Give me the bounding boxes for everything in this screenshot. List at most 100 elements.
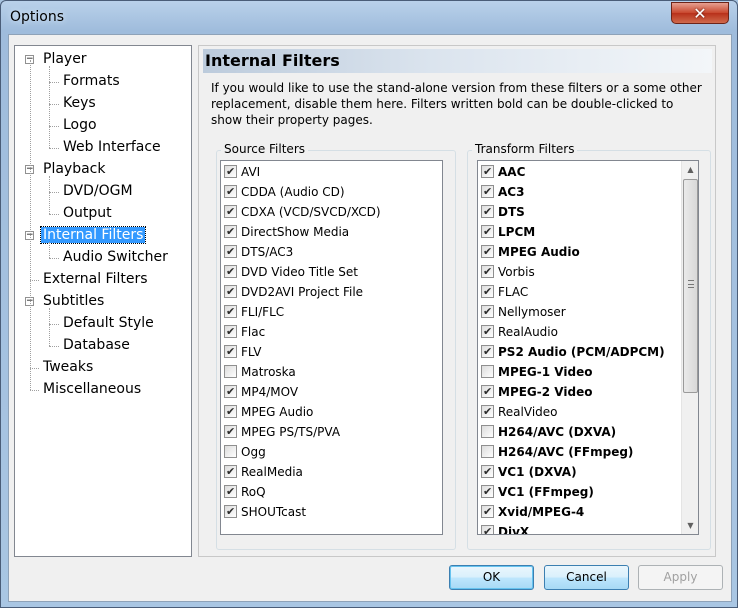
filter-checkbox[interactable] [481,243,494,261]
scroll-thumb[interactable] [683,179,698,393]
filter-checkbox[interactable] [224,163,237,181]
cancel-button[interactable]: Cancel [544,565,629,590]
filter-item[interactable]: DTS [481,203,525,223]
filter-checkbox[interactable] [481,303,494,321]
filter-item[interactable]: SHOUTcast [224,503,306,523]
filter-item[interactable]: MPEG PS/TS/PVA [224,423,340,443]
filter-item[interactable]: MPEG-1 Video [481,363,592,383]
transform-filters-list[interactable]: AAC AC3 DTS LPCM MPEG Audio Vorbis FLAC Nellymo… [477,160,699,535]
filter-item[interactable]: MPEG Audio [224,403,313,423]
filter-checkbox[interactable] [481,483,494,501]
filter-item[interactable]: MPEG-2 Video [481,383,592,403]
filter-checkbox[interactable] [481,183,494,201]
filter-item[interactable]: DVD Video Title Set [224,263,358,283]
tree-item[interactable]: Tweaks [41,357,95,379]
filter-item[interactable]: H264/AVC (DXVA) [481,423,616,443]
filter-checkbox[interactable] [224,383,237,401]
tree-item[interactable]: Default Style [61,313,156,335]
filter-checkbox[interactable] [224,423,237,441]
filter-item[interactable]: FLI/FLC [224,303,284,323]
filter-item[interactable]: FLV [224,343,261,363]
filter-checkbox[interactable] [224,203,237,221]
filter-item[interactable]: PS2 Audio (PCM/ADPCM) [481,343,665,363]
filter-item[interactable]: Nellymoser [481,303,566,323]
transform-scrollbar[interactable]: ▲ ▼ [681,161,698,534]
filter-item[interactable]: VC1 (FFmpeg) [481,483,594,503]
filter-item[interactable]: RealAudio [481,323,558,343]
filter-item[interactable]: MP4/MOV [224,383,298,403]
filter-checkbox[interactable] [481,203,494,221]
filter-checkbox[interactable] [481,365,494,378]
filter-checkbox[interactable] [224,243,237,261]
scroll-up-arrow-icon[interactable]: ▲ [682,161,698,178]
filter-item[interactable]: AC3 [481,183,524,203]
tree-item[interactable]: Keys [61,93,98,115]
filter-item[interactable]: MPEG Audio [481,243,580,263]
filter-item[interactable]: AAC [481,163,525,183]
filter-checkbox[interactable] [481,425,494,438]
filter-item[interactable]: DTS/AC3 [224,243,293,263]
filter-item[interactable]: Vorbis [481,263,535,283]
filter-item[interactable]: DVD2AVI Project File [224,283,363,303]
filter-item[interactable]: CDDA (Audio CD) [224,183,345,203]
filter-item[interactable]: FLAC [481,283,528,303]
tree-item[interactable]: Output [61,203,114,225]
filter-checkbox[interactable] [224,463,237,481]
filter-checkbox[interactable] [224,343,237,361]
filter-checkbox[interactable] [481,503,494,521]
tree-item[interactable]: Formats [61,71,122,93]
apply-button[interactable]: Apply [638,565,723,590]
tree-item[interactable]: DVD/OGM [61,181,135,203]
filter-checkbox[interactable] [481,403,494,421]
filter-checkbox[interactable] [481,223,494,241]
filter-checkbox[interactable] [481,523,494,534]
filter-item[interactable]: Ogg [224,443,266,463]
filter-checkbox[interactable] [224,503,237,521]
ok-button[interactable]: OK [449,565,534,590]
filter-item[interactable]: DirectShow Media [224,223,349,243]
filter-item[interactable]: LPCM [481,223,535,243]
tree-item[interactable]: External Filters [41,269,150,291]
filter-checkbox[interactable] [224,445,237,458]
filter-item[interactable]: CDXA (VCD/SVCD/XCD) [224,203,381,223]
filter-checkbox[interactable] [481,463,494,481]
filter-item[interactable]: VC1 (DXVA) [481,463,577,483]
filter-checkbox[interactable] [481,323,494,341]
filter-checkbox[interactable] [224,483,237,501]
filter-item[interactable]: RoQ [224,483,266,503]
tree-item[interactable]: Miscellaneous [41,379,143,401]
filter-item[interactable]: AVI [224,163,260,183]
close-button[interactable]: ✕ [671,2,729,24]
filter-checkbox[interactable] [224,323,237,341]
tree-item[interactable]: Subtitles [41,291,106,313]
source-filters-list[interactable]: AVI CDDA (Audio CD) CDXA (VCD/SVCD/XCD) Dir… [220,160,443,535]
filter-checkbox[interactable] [481,283,494,301]
tree-item[interactable]: Web Interface [61,137,163,159]
scroll-down-arrow-icon[interactable]: ▼ [682,517,698,534]
filter-item[interactable]: RealVideo [481,403,558,423]
filter-checkbox[interactable] [481,263,494,281]
filter-checkbox[interactable] [224,303,237,321]
title-bar[interactable]: Options ✕ [1,1,737,35]
filter-item[interactable]: Matroska [224,363,296,383]
filter-item[interactable]: Flac [224,323,265,343]
filter-checkbox[interactable] [224,283,237,301]
filter-item[interactable]: H264/AVC (FFmpeg) [481,443,633,463]
filter-item[interactable]: DivX [481,523,529,534]
filter-checkbox[interactable] [481,343,494,361]
tree-item[interactable]: Audio Switcher [61,247,170,269]
tree-item[interactable]: Database [61,335,132,357]
filter-checkbox[interactable] [224,263,237,281]
tree-item[interactable]: Internal Filters [39,225,147,247]
tree-item[interactable]: Playback [41,159,107,181]
filter-item[interactable]: RealMedia [224,463,303,483]
filter-item[interactable]: Xvid/MPEG-4 [481,503,584,523]
filter-checkbox[interactable] [224,365,237,378]
filter-checkbox[interactable] [481,163,494,181]
filter-checkbox[interactable] [481,383,494,401]
filter-checkbox[interactable] [224,223,237,241]
filter-checkbox[interactable] [481,445,494,458]
filter-checkbox[interactable] [224,403,237,421]
tree-item[interactable]: Logo [61,115,99,137]
filter-checkbox[interactable] [224,183,237,201]
